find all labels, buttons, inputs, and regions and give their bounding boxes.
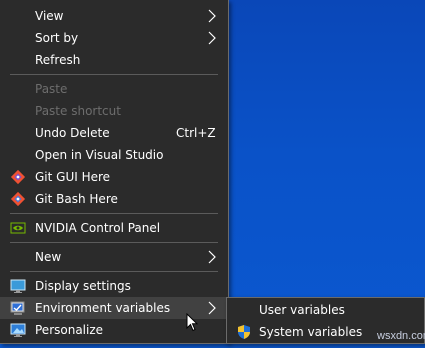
menu-separator — [10, 242, 218, 243]
watermark: wsxdn.com — [377, 330, 425, 342]
menu-item-label: Sort by — [35, 31, 79, 45]
menu-item-label: View — [35, 9, 64, 23]
keyboard-shortcut: Ctrl+Z — [176, 126, 216, 140]
menu-item-git-gui-here[interactable]: Git GUI Here — [0, 166, 228, 188]
menu-item-label: New — [35, 250, 62, 264]
chevron-right-icon — [208, 31, 216, 45]
menu-item-sort-by[interactable]: Sort by — [0, 27, 228, 49]
menu-separator — [10, 271, 218, 272]
menu-item-label: Git GUI Here — [35, 170, 111, 184]
menu-item-label: Personalize — [35, 323, 104, 337]
personalize-icon — [10, 323, 26, 337]
menu-separator — [10, 74, 218, 75]
menu-item-paste-shortcut: Paste shortcut — [0, 100, 228, 122]
environment-variables-icon — [10, 301, 25, 315]
menu-item-label: Paste — [35, 82, 68, 96]
menu-item-label: Undo Delete — [35, 126, 110, 140]
menu-item-view[interactable]: View — [0, 5, 228, 27]
menu-item-nvidia-control-panel[interactable]: NVIDIA Control Panel — [0, 217, 228, 239]
uac-shield-icon — [238, 325, 250, 339]
menu-item-label: Refresh — [35, 53, 81, 67]
menu-item-new[interactable]: New — [0, 246, 228, 268]
display-settings-icon — [10, 279, 26, 293]
menu-item-label: NVIDIA Control Panel — [35, 221, 161, 235]
git-gui-icon — [10, 169, 26, 185]
menu-item-label: Git Bash Here — [35, 192, 118, 206]
desktop-context-menu: View Sort by Refresh Paste Paste shortcu… — [0, 0, 229, 344]
git-bash-icon — [10, 191, 26, 207]
chevron-right-icon — [208, 9, 216, 23]
chevron-right-icon — [208, 301, 216, 315]
nvidia-icon — [10, 222, 26, 234]
chevron-right-icon — [208, 250, 216, 264]
menu-item-paste: Paste — [0, 78, 228, 100]
menu-item-open-in-visual-studio[interactable]: Open in Visual Studio — [0, 144, 228, 166]
menu-item-display-settings[interactable]: Display settings — [0, 275, 228, 297]
menu-item-refresh[interactable]: Refresh — [0, 49, 228, 71]
menu-item-label: Environment variables — [35, 301, 171, 315]
submenu-item-user-variables[interactable]: User variables — [227, 299, 424, 321]
menu-item-label: Display settings — [35, 279, 131, 293]
menu-item-git-bash-here[interactable]: Git Bash Here — [0, 188, 228, 210]
submenu-item-label: System variables — [259, 325, 363, 339]
menu-item-undo-delete[interactable]: Undo Delete Ctrl+Z — [0, 122, 228, 144]
mouse-pointer-icon — [186, 313, 198, 332]
submenu-item-label: User variables — [259, 303, 345, 317]
menu-item-label: Open in Visual Studio — [35, 148, 164, 162]
menu-item-label: Paste shortcut — [35, 104, 121, 118]
menu-separator — [10, 213, 218, 214]
